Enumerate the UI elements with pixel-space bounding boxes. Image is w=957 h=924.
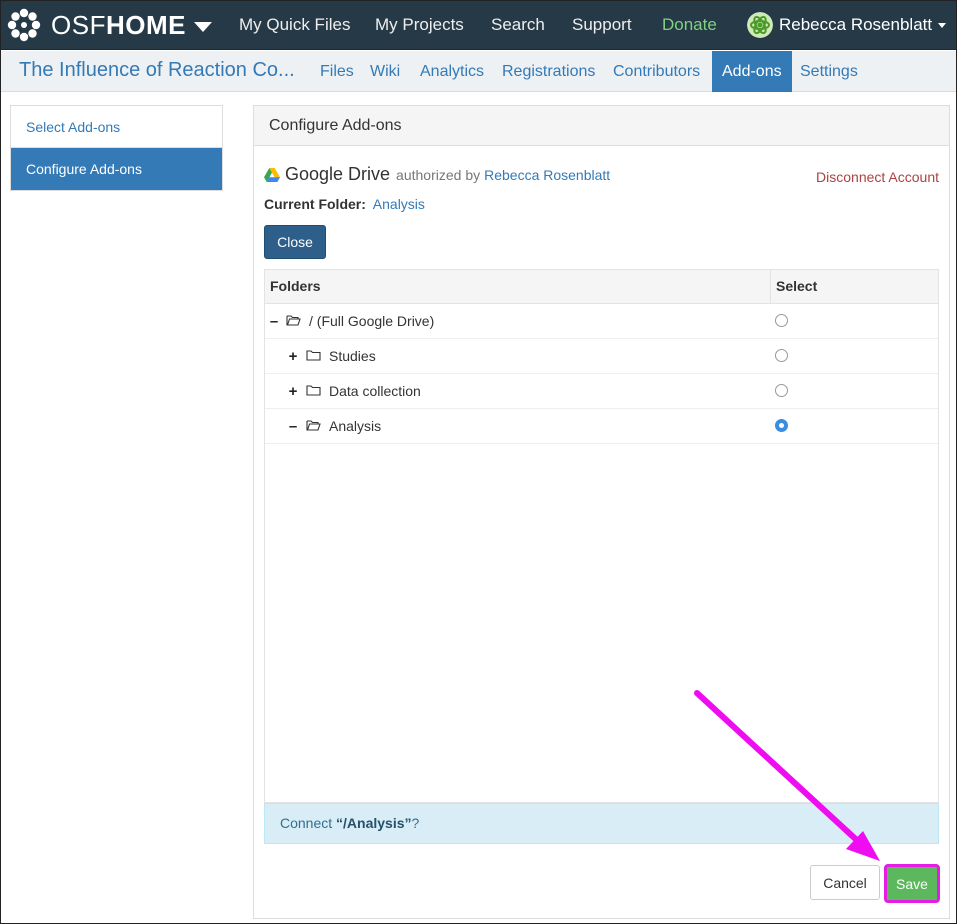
tab-settings[interactable]: Settings <box>800 51 858 92</box>
folder-name[interactable]: Analysis <box>329 418 381 434</box>
table-row: + Data collection <box>265 374 938 409</box>
current-folder: Current Folder: Analysis <box>264 196 425 212</box>
table-row: + Studies <box>265 339 938 374</box>
folder-open-icon <box>306 420 321 431</box>
brand-osf: OSF <box>51 9 106 40</box>
folder-name[interactable]: / (Full Google Drive) <box>309 313 434 329</box>
collapse-toggle[interactable]: – <box>288 418 298 435</box>
folder-radio-selected[interactable] <box>775 419 788 432</box>
user-name: Rebecca Rosenblatt <box>779 15 933 34</box>
nav-my-projects[interactable]: My Projects <box>375 15 464 35</box>
folder-name[interactable]: Data collection <box>329 383 421 399</box>
save-button[interactable]: Save <box>884 864 940 903</box>
folder-icon <box>306 350 321 361</box>
expand-toggle[interactable]: + <box>288 383 298 400</box>
table-row: – Analysis <box>265 409 938 444</box>
window-frame: OSF HOME My Quick Files My Projects Searc… <box>0 0 957 924</box>
folder-tree: Folders Select – / (Full Google Drive) +… <box>264 269 939 803</box>
sidebar-item-select-add-ons[interactable]: Select Add-ons <box>11 106 222 148</box>
tab-contributors[interactable]: Contributors <box>613 51 700 92</box>
cancel-button[interactable]: Cancel <box>810 865 880 900</box>
tab-wiki[interactable]: Wiki <box>370 51 400 92</box>
avatar <box>747 12 773 38</box>
brand-home: HOME <box>105 9 186 40</box>
col-folders: Folders <box>270 278 321 294</box>
connect-prefix: Connect <box>280 815 337 831</box>
nav-search[interactable]: Search <box>491 15 545 35</box>
project-navbar: The Influence of Reaction Co... Files Wi… <box>1 51 956 92</box>
expand-toggle[interactable]: + <box>288 348 298 365</box>
authorized-by-label: authorized by <box>396 166 481 183</box>
tree-header: Folders Select <box>265 270 938 304</box>
addons-sidebar: Select Add-ons Configure Add-ons <box>10 105 223 191</box>
folder-open-icon <box>286 315 301 326</box>
tab-registrations[interactable]: Registrations <box>502 51 595 92</box>
nav-support[interactable]: Support <box>572 15 632 35</box>
authorized-user-link[interactable]: Rebecca Rosenblatt <box>484 167 610 183</box>
close-button[interactable]: Close <box>264 225 326 259</box>
folder-icon <box>306 385 321 396</box>
connect-confirmation: Connect “/Analysis”? <box>264 803 939 844</box>
configure-addons-panel: Configure Add-ons Google Drive authorize… <box>253 105 950 919</box>
tab-files[interactable]: Files <box>320 51 354 92</box>
osf-home-menu[interactable]: OSF HOME <box>7 7 212 43</box>
tab-add-ons[interactable]: Add-ons <box>712 51 792 92</box>
folder-name[interactable]: Studies <box>329 348 376 364</box>
connect-suffix: ? <box>411 815 420 831</box>
folder-radio[interactable] <box>775 349 788 362</box>
caret-down-icon <box>938 22 947 28</box>
connect-target: “/Analysis” <box>336 815 412 831</box>
tab-analytics[interactable]: Analytics <box>420 51 484 92</box>
panel-heading: Configure Add-ons <box>254 106 949 146</box>
col-select: Select <box>776 278 818 294</box>
addon-name: Google Drive <box>285 164 391 184</box>
chevron-down-icon <box>193 22 212 32</box>
nav-my-quick-files[interactable]: My Quick Files <box>239 15 350 35</box>
google-drive-icon <box>264 167 280 182</box>
folder-radio[interactable] <box>775 384 788 397</box>
project-title[interactable]: The Influence of Reaction Co... <box>19 59 295 82</box>
nav-donate[interactable]: Donate <box>662 15 717 35</box>
current-folder-link[interactable]: Analysis <box>373 196 425 212</box>
collapse-toggle[interactable]: – <box>269 313 279 330</box>
osf-logo-icon <box>7 8 41 42</box>
folder-radio[interactable] <box>775 314 788 327</box>
disconnect-account-link[interactable]: Disconnect Account <box>816 169 939 185</box>
current-folder-label: Current Folder: <box>264 196 366 212</box>
addon-header: Google Drive authorized by Rebecca Rosen… <box>264 164 610 185</box>
column-divider <box>770 270 771 304</box>
table-row: – / (Full Google Drive) <box>265 304 938 339</box>
top-navbar: OSF HOME My Quick Files My Projects Searc… <box>1 1 956 50</box>
user-menu[interactable]: Rebecca Rosenblatt <box>747 12 947 38</box>
sidebar-item-configure-add-ons[interactable]: Configure Add-ons <box>11 148 222 190</box>
